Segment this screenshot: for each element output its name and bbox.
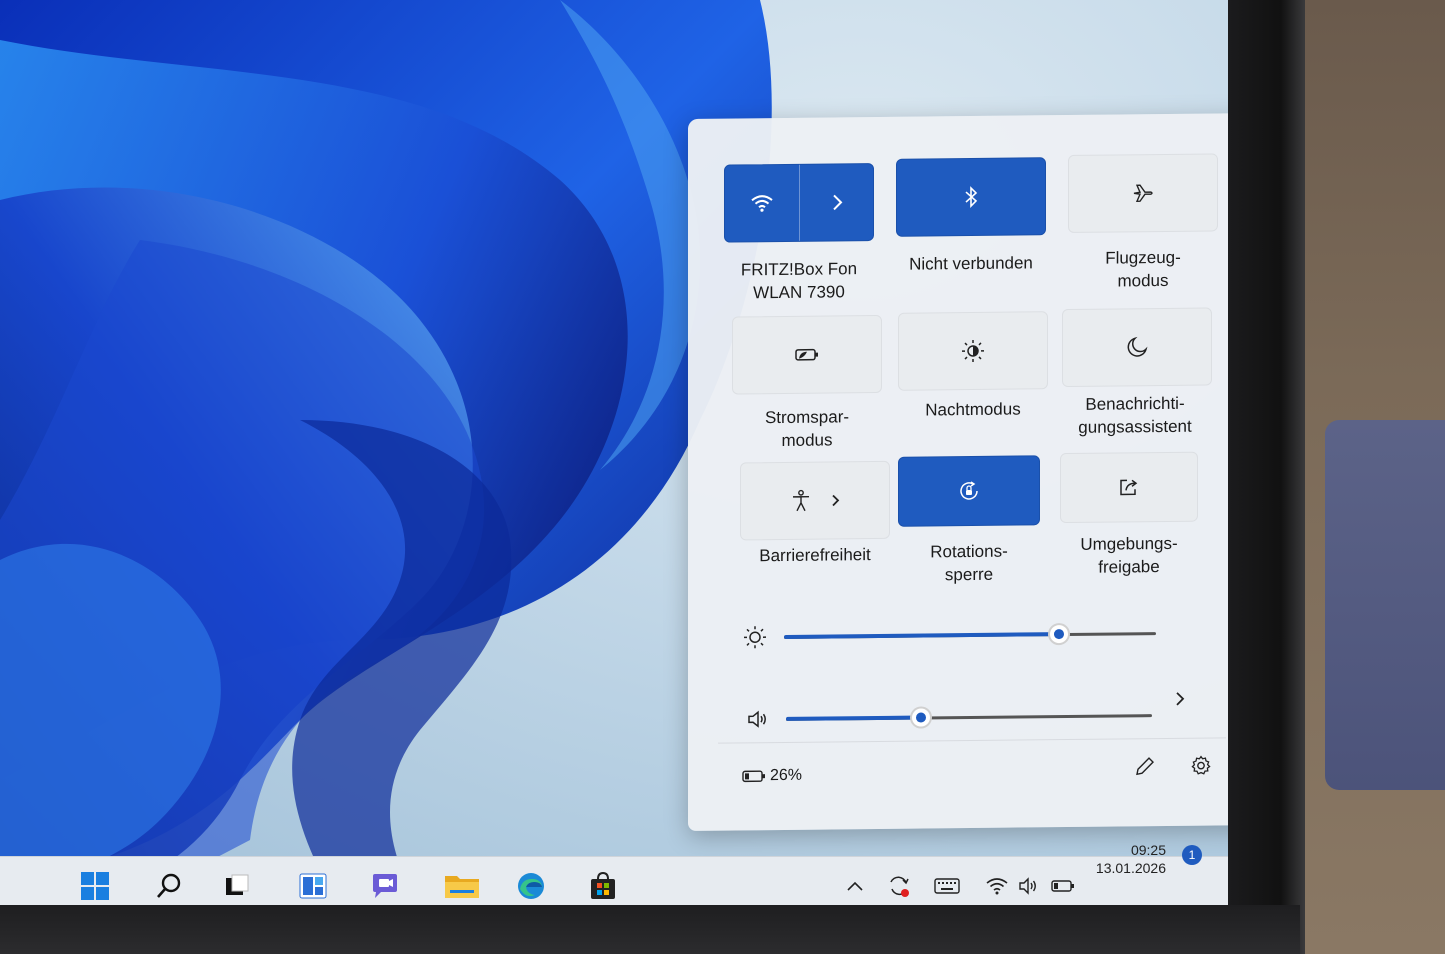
settings-gear-icon[interactable] (1190, 754, 1212, 776)
audio-output-chevron-icon[interactable] (1174, 690, 1186, 708)
brightness-thumb[interactable] (1048, 622, 1070, 646)
nearby-sharing-label: Umgebungs- freigabe (1080, 533, 1178, 577)
store-icon[interactable] (588, 871, 618, 901)
chevron-up-icon[interactable] (840, 871, 870, 901)
tray-volume-icon[interactable] (1014, 871, 1044, 901)
keyboard-icon[interactable] (932, 871, 962, 901)
nearby-sharing-tile[interactable] (1060, 451, 1198, 524)
clock-time: 09:25 (1130, 842, 1166, 858)
bluetooth-icon (963, 186, 979, 208)
rotation-lock-tile[interactable] (898, 455, 1040, 527)
battery-percent: 26% (770, 766, 803, 785)
file-explorer-icon[interactable] (444, 871, 480, 901)
task-view-icon[interactable] (222, 871, 252, 901)
quick-settings-footer: 26% (718, 737, 1226, 807)
background-cushion (1325, 420, 1445, 790)
bluetooth-label: Nicht verbunden (909, 253, 1033, 274)
wifi-expand-button[interactable] (800, 164, 874, 241)
chevron-right-icon (830, 192, 844, 212)
edge-icon[interactable] (516, 871, 546, 901)
speaker-icon[interactable] (746, 708, 770, 730)
notification-badge[interactable]: 1 (1182, 845, 1202, 865)
battery-icon (742, 769, 766, 783)
airplane-mode-label: Flugzeug- modus (1105, 247, 1181, 291)
brightness-slider[interactable] (784, 620, 1156, 650)
search-icon[interactable] (154, 871, 184, 901)
night-light-label: Nachtmodus (925, 399, 1021, 420)
edit-pencil-icon[interactable] (1134, 755, 1156, 777)
clock[interactable]: 09:25 13.01.2026 (1080, 841, 1166, 877)
wifi-icon (750, 193, 774, 213)
airplane-mode-tile[interactable] (1068, 153, 1218, 233)
accessibility-icon (790, 489, 812, 513)
rotation-lock-label: Rotations- sperre (930, 541, 1008, 585)
chevron-right-icon (830, 492, 840, 508)
moon-icon (1126, 336, 1148, 358)
share-icon (1118, 476, 1140, 498)
quick-settings-panel: FRITZ!Box Fon WLAN 7390 Nicht verbunden … (688, 113, 1228, 831)
screen: FRITZ!Box Fon WLAN 7390 Nicht verbunden … (0, 0, 1228, 908)
widgets-icon[interactable] (298, 871, 328, 901)
laptop-bezel-bottom (0, 905, 1300, 954)
volume-slider[interactable] (786, 702, 1152, 732)
accessibility-label: Barrierefreiheit (759, 545, 871, 566)
focus-assist-tile[interactable] (1062, 307, 1212, 388)
laptop-bezel-right (1225, 0, 1305, 954)
airplane-icon (1131, 181, 1155, 205)
bluetooth-tile[interactable] (896, 157, 1046, 237)
night-light-tile[interactable] (898, 311, 1048, 391)
rotation-lock-icon (957, 479, 981, 503)
chat-icon[interactable] (370, 871, 400, 901)
night-light-icon (961, 339, 985, 363)
brightness-fill (784, 632, 1059, 639)
battery-saver-icon (794, 347, 820, 363)
battery-saver-label: Stromspar- modus (764, 407, 850, 450)
wifi-label: FRITZ!Box Fon WLAN 7390 (740, 259, 858, 303)
sync-status-icon[interactable] (884, 871, 914, 901)
tray-wifi-icon[interactable] (982, 871, 1012, 901)
wifi-tile[interactable] (724, 163, 874, 243)
battery-saver-tile[interactable] (732, 314, 882, 395)
wifi-toggle[interactable] (725, 165, 799, 242)
taskbar: 09:25 13.01.2026 1 (0, 842, 1228, 908)
clock-date: 13.01.2026 (1095, 860, 1166, 876)
start-icon[interactable] (80, 871, 110, 901)
focus-assist-label: Benachrichti- gungsassistent (1078, 393, 1192, 437)
volume-thumb[interactable] (910, 706, 932, 729)
sun-icon (742, 624, 768, 650)
volume-fill (786, 715, 921, 721)
tray-battery-icon[interactable] (1048, 871, 1078, 901)
accessibility-tile[interactable] (740, 460, 890, 541)
